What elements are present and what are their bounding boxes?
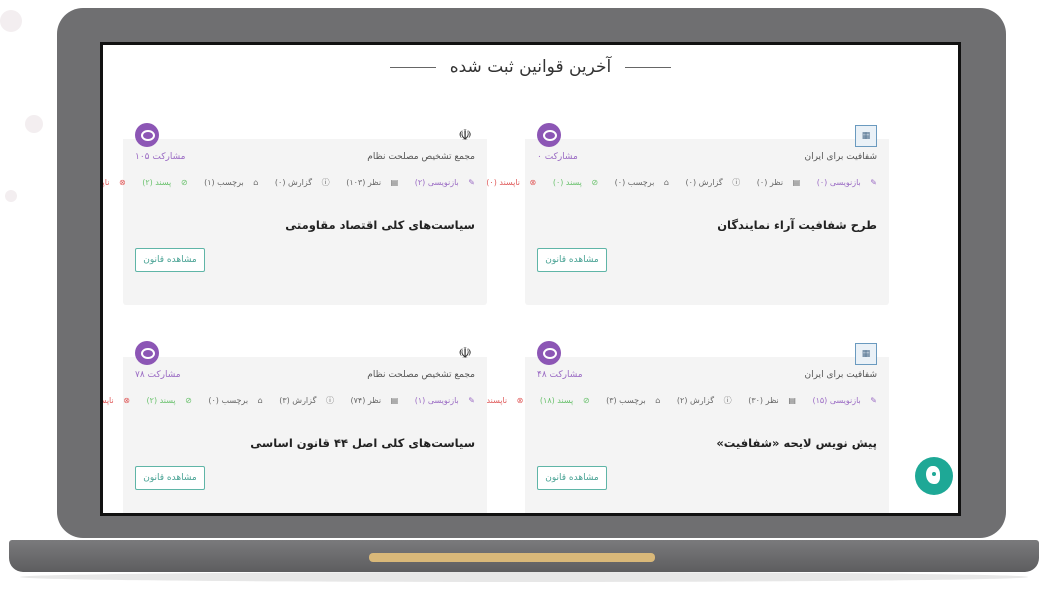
section-header: آخرین قوانین ثبت شده <box>103 57 958 77</box>
laptop-notch <box>369 553 655 562</box>
card-top-band <box>123 335 487 357</box>
comments-stat[interactable]: ▤ نظر (۱۰۳) <box>339 178 398 187</box>
edits-stat[interactable]: ✎ بازنویسی (۲) <box>408 178 475 187</box>
card-stats: ✎ بازنویسی (۱) ▤ نظر (۷۴) ⓘ گزارش (۳) ⌂ … <box>103 395 475 406</box>
law-card: ☫ مجمع تشخیص مصلحت نظام مشارکت ۱۰۵ ✎ باز… <box>103 117 487 305</box>
dislikes-stat[interactable]: ⊗ ناپسند (۸) <box>103 178 126 187</box>
title-line-left <box>389 66 436 68</box>
card-stats: ✎ بازنویسی (۲) ▤ نظر (۱۰۳) ⓘ گزارش (۰) ⌂… <box>103 177 475 188</box>
tag-icon: ⌂ <box>652 396 661 405</box>
dislikes-stat[interactable]: ⊗ ناپسند (۰) <box>479 178 536 187</box>
participation-badge-icon <box>135 341 159 365</box>
law-title[interactable]: سیاست‌های کلی اقتصاد مقاومتی <box>285 218 475 232</box>
dislike-icon: ⊗ <box>120 396 130 405</box>
org-name: شفافیت برای ایران <box>804 370 877 380</box>
participation-badge-icon <box>537 123 561 147</box>
tags-stat[interactable]: ⌂ برچسب (۰) <box>201 396 262 405</box>
comments-stat[interactable]: ▤ نظر (۷۴) <box>343 396 398 405</box>
card-top-band <box>123 117 487 139</box>
dislikes-stat[interactable]: ⊗ ناپسند (۰) <box>103 396 130 405</box>
edit-icon: ✎ <box>867 396 877 405</box>
participation-badge-icon <box>537 341 561 365</box>
comment-icon: ▤ <box>388 396 399 405</box>
participation-count: مشارکت ۷۸ <box>135 370 181 380</box>
background-dot <box>5 190 17 202</box>
view-law-button[interactable]: مشاهده قانون <box>537 466 607 490</box>
likes-stat[interactable]: ⊘ پسند (۲) <box>140 396 192 405</box>
background-dot <box>25 115 43 133</box>
participation-count: مشارکت ۴۸ <box>537 370 583 380</box>
edit-icon: ✎ <box>867 178 877 187</box>
law-title[interactable]: سیاست‌های کلی اصل ۴۴ قانون اساسی <box>250 436 475 450</box>
org-name: شفافیت برای ایران <box>804 152 877 162</box>
org-name: مجمع تشخیص مصلحت نظام <box>367 152 475 162</box>
background-dot <box>0 10 22 32</box>
view-law-button[interactable]: مشاهده قانون <box>135 248 205 272</box>
like-icon: ⊘ <box>580 396 590 405</box>
laptop-screen: آخرین قوانین ثبت شده ▦ شفافیت برای ایران… <box>100 42 961 516</box>
edit-icon: ✎ <box>465 178 475 187</box>
comment-icon: ▤ <box>790 178 801 187</box>
reports-stat[interactable]: ⓘ گزارش (۳) <box>272 396 334 405</box>
report-icon: ⓘ <box>729 178 741 187</box>
card-stats: ✎ بازنویسی (۰) ▤ نظر (۰) ⓘ گزارش (۰) ⌂ ب… <box>472 177 877 188</box>
iran-emblem-icon: ☫ <box>458 126 472 144</box>
iran-emblem-icon: ☫ <box>458 344 472 362</box>
reports-stat[interactable]: ⓘ گزارش (۰) <box>679 178 741 187</box>
tags-stat[interactable]: ⌂ برچسب (۰) <box>608 178 669 187</box>
like-icon: ⊘ <box>588 178 599 187</box>
like-icon: ⊘ <box>178 178 188 187</box>
report-icon: ⓘ <box>323 396 334 405</box>
participation-badge-icon <box>135 123 159 147</box>
chat-support-button[interactable] <box>915 457 953 495</box>
transparency-logo-icon: ▦ <box>855 343 877 365</box>
likes-stat[interactable]: ⊘ پسند (۲) <box>135 178 187 187</box>
law-card: ☫ مجمع تشخیص مصلحت نظام مشارکت ۷۸ ✎ بازن… <box>103 335 487 513</box>
view-law-button[interactable]: مشاهده قانون <box>135 466 205 490</box>
card-top-band <box>525 117 889 139</box>
report-icon: ⓘ <box>319 178 330 187</box>
tag-icon: ⌂ <box>661 178 669 187</box>
edits-stat[interactable]: ✎ بازنویسی (۱۵) <box>805 396 877 405</box>
like-icon: ⊘ <box>182 396 192 405</box>
transparency-logo-icon: ▦ <box>855 125 877 147</box>
edits-stat[interactable]: ✎ بازنویسی (۰) <box>810 178 877 187</box>
likes-stat[interactable]: ⊘ پسند (۰) <box>546 178 598 187</box>
comment-icon: ▤ <box>785 396 796 405</box>
participation-count: مشارکت ۰ <box>537 152 578 162</box>
edits-stat[interactable]: ✎ بازنویسی (۱) <box>408 396 475 405</box>
view-law-button[interactable]: مشاهده قانون <box>537 248 607 272</box>
likes-stat[interactable]: ⊘ پسند (۱۸) <box>533 396 590 405</box>
reports-stat[interactable]: ⓘ گزارش (۰) <box>268 178 330 187</box>
tags-stat[interactable]: ⌂ برچسب (۳) <box>599 396 660 405</box>
law-card: ▦ شفافیت برای ایران مشارکت ۴۸ ✎ بازنویسی… <box>473 335 889 513</box>
comments-stat[interactable]: ▤ نظر (۳۰) <box>741 396 796 405</box>
law-title[interactable]: طرح شفافیت آراء نمایندگان <box>717 218 877 232</box>
card-stats: ✎ بازنویسی (۱۵) ▤ نظر (۳۰) ⓘ گزارش (۲) ⌂… <box>459 395 877 406</box>
section-title: آخرین قوانین ثبت شده <box>449 57 612 77</box>
participation-count: مشارکت ۱۰۵ <box>135 152 186 162</box>
dislike-icon: ⊗ <box>514 396 524 405</box>
report-icon: ⓘ <box>721 396 732 405</box>
comments-stat[interactable]: ▤ نظر (۰) <box>750 178 800 187</box>
card-top-band <box>525 335 889 357</box>
edit-icon: ✎ <box>465 396 475 405</box>
laptop-shadow <box>20 572 1028 582</box>
tags-stat[interactable]: ⌂ برچسب (۱) <box>197 178 258 187</box>
org-name: مجمع تشخیص مصلحت نظام <box>367 370 475 380</box>
dislike-icon: ⊗ <box>527 178 537 187</box>
title-line-right <box>625 66 672 68</box>
tag-icon: ⌂ <box>255 396 263 405</box>
law-card: ▦ شفافیت برای ایران مشارکت ۰ ✎ بازنویسی … <box>486 117 889 305</box>
dislike-icon: ⊗ <box>116 178 126 187</box>
comment-icon: ▤ <box>388 178 399 187</box>
tag-icon: ⌂ <box>250 178 259 187</box>
law-title[interactable]: پیش نویس لایحه «شفافیت» <box>716 436 877 450</box>
reports-stat[interactable]: ⓘ گزارش (۲) <box>670 396 732 405</box>
